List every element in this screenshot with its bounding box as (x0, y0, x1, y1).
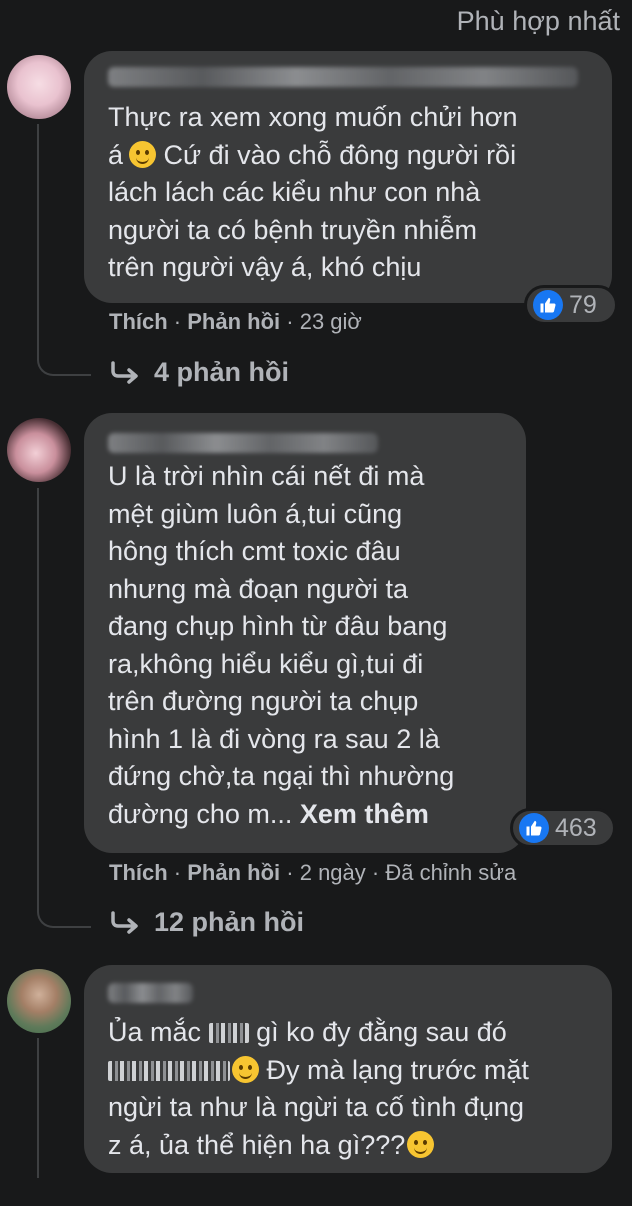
comment-text: Ủa mắc gì ko đy đằng sau đó Đy mà lạng t… (108, 1017, 529, 1160)
view-replies-link[interactable]: 12 phản hồi (110, 907, 304, 938)
comment-actions: Thích · Phản hồi · 23 giờ (109, 309, 362, 334)
reply-arrow-icon (111, 910, 138, 934)
reaction-count: 463 (555, 813, 597, 842)
comment-time[interactable]: 23 giờ (300, 309, 362, 334)
comment-text: U là trời nhìn cái nết đi mà mệt giùm lu… (108, 461, 455, 829)
thread-line (37, 124, 91, 376)
reaction-count: 79 (569, 290, 597, 319)
commenter-name-redacted[interactable] (108, 983, 193, 1003)
censored-word (208, 1023, 249, 1043)
thread-line (37, 1038, 39, 1178)
reply-arrow-icon (111, 360, 138, 384)
reply-button[interactable]: Phản hồi (187, 309, 280, 334)
smile-emoji-icon (407, 1130, 435, 1158)
avatar[interactable] (7, 55, 71, 119)
comment-text: Thực ra xem xong muốn chửi hơn á Cứ đi v… (108, 102, 518, 282)
like-icon (519, 813, 549, 843)
thread-line (37, 488, 91, 928)
avatar[interactable] (7, 418, 71, 482)
comment-bubble: Thực ra xem xong muốn chửi hơn á Cứ đi v… (84, 51, 612, 303)
smile-emoji-icon (129, 140, 157, 168)
edited-label: Đã chỉnh sửa (385, 860, 517, 885)
reaction-summary[interactable]: 79 (524, 285, 618, 325)
sort-dropdown[interactable]: Phù hợp nhất (457, 6, 620, 37)
censored-word (108, 1060, 230, 1081)
like-button[interactable]: Thích (109, 860, 168, 885)
commenter-name-redacted[interactable] (108, 67, 578, 87)
reaction-summary[interactable]: 463 (510, 808, 616, 848)
see-more-link[interactable]: Xem thêm (300, 799, 429, 829)
like-button[interactable]: Thích (109, 309, 168, 334)
like-icon (533, 290, 563, 320)
smile-emoji-icon (232, 1055, 259, 1083)
comment-bubble: Ủa mắc gì ko đy đằng sau đó Đy mà lạng t… (84, 965, 612, 1173)
commenter-name-redacted[interactable] (108, 433, 378, 453)
reply-button[interactable]: Phản hồi (187, 860, 280, 885)
comment-time[interactable]: 2 ngày (300, 860, 366, 885)
view-replies-link[interactable]: 4 phản hồi (110, 357, 289, 388)
comment-actions: Thích · Phản hồi · 2 ngày · Đã chỉnh sửa (109, 860, 517, 885)
avatar[interactable] (7, 969, 71, 1033)
comment-bubble: U là trời nhìn cái nết đi mà mệt giùm lu… (84, 413, 526, 853)
